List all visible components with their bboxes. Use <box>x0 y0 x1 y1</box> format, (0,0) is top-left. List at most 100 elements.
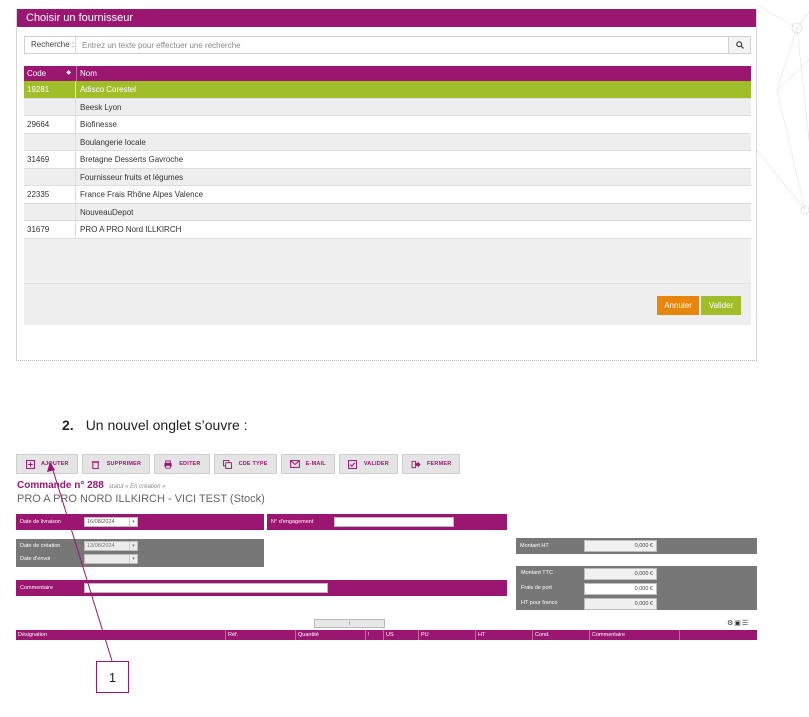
cell-code <box>24 203 76 220</box>
search-label: Recherche : <box>25 37 76 53</box>
cell-nom: Biofinesse <box>80 120 117 129</box>
amount-ttc-value: 0,000 € <box>584 568 657 580</box>
amount-ttc-label: Montant TTC <box>521 570 553 576</box>
cell-nom: Beesk Lyon <box>80 102 122 112</box>
column-header-code[interactable]: Code ◆ <box>24 66 76 81</box>
sign-out-icon <box>411 459 421 469</box>
ajouter-button[interactable]: AJOUTER <box>16 454 78 474</box>
search-icon <box>735 41 744 49</box>
cell-code <box>24 133 76 150</box>
email-label: E-MAIL <box>305 461 326 467</box>
cell-nom: Bretagne Desserts Gavroche <box>80 155 184 164</box>
calendar-icon[interactable]: ▾ <box>129 518 137 526</box>
cell-nom: PRO A PRO Nord ILLKIRCH <box>80 225 182 234</box>
supprimer-label: SUPPRIMER <box>106 461 142 467</box>
delivery-date-bar: Date de livraison <box>16 514 264 530</box>
grid-column-header[interactable]: Quantité <box>296 630 366 640</box>
page: Choisir un fournisseur Recherche : Code … <box>0 0 809 717</box>
trash-icon <box>91 459 101 469</box>
dialog-title: Choisir un fournisseur <box>17 9 756 27</box>
cell-nom: Adisco Corestel <box>80 85 137 94</box>
cell-code: 31469 <box>24 151 76 168</box>
search-input[interactable] <box>76 37 728 53</box>
cell-code <box>24 98 76 115</box>
grid-column-header[interactable]: Désignation <box>16 630 226 640</box>
ajouter-label: AJOUTER <box>41 461 69 467</box>
collapse-up-button[interactable]: ↑ <box>314 619 385 628</box>
table-header: Code ◆ Nom <box>24 66 751 81</box>
envelope-icon <box>289 459 300 469</box>
fermer-label: FERMER <box>426 461 452 467</box>
cell-code <box>24 168 76 185</box>
shipping-value[interactable]: 0,000 € <box>584 583 657 595</box>
comment-field[interactable] <box>84 583 328 593</box>
save-icon[interactable]: ▣ <box>734 620 742 627</box>
order-status: statut « En création » <box>108 484 166 490</box>
check-square-icon <box>348 459 358 469</box>
franco-value: 0,000 € <box>584 598 657 610</box>
validate-button[interactable]: Valider <box>701 296 741 315</box>
plus-square-icon <box>25 459 35 469</box>
table-row[interactable]: Fournisseur fruits et légumes <box>24 168 751 186</box>
copy-icon <box>223 459 233 469</box>
order-screen: AJOUTER SUPPRIMER EDITER CDE TYPE E-MAIL VALI… <box>16 452 757 644</box>
amount-ht-value: 0,000 € <box>584 540 657 552</box>
valider-label: VALIDER <box>363 461 389 467</box>
valider-button[interactable]: VALIDER <box>338 454 398 474</box>
email-button[interactable]: E-MAIL <box>280 454 335 474</box>
table-row[interactable]: 19281 Adisco Corestel <box>24 81 751 99</box>
cell-nom: NouveauDepot <box>80 207 134 217</box>
engagement-field[interactable] <box>334 517 454 527</box>
decorative-network-graphic <box>757 4 809 215</box>
column-header-nom[interactable]: Nom <box>76 66 751 81</box>
table-row[interactable]: NouveauDepot <box>24 203 751 221</box>
grid-column-header[interactable]: Commentaire <box>590 630 680 640</box>
grid-column-header[interactable]: HT <box>476 630 533 640</box>
table-row[interactable]: 31679 PRO A PRO Nord ILLKIRCH <box>24 221 751 239</box>
cell-nom: Fournisseur fruits et légumes <box>80 172 184 182</box>
table-row[interactable]: 22335 France Frais Rhône Alpes Valence <box>24 186 751 204</box>
table-row[interactable]: Beesk Lyon <box>24 98 751 116</box>
grid-column-header[interactable]: Cond. <box>533 630 590 640</box>
cde-type-button[interactable]: CDE TYPE <box>213 454 277 474</box>
order-title: Commande n° 288 statut « En création » <box>17 480 166 491</box>
grid-column-header[interactable]: ! <box>366 630 384 640</box>
creation-date-label: Date de création <box>20 543 61 549</box>
order-lines-header: Désignation Réf. Quantité! US PU HT Cond. Comme… <box>16 630 757 640</box>
step-instruction: 2. Un nouvel onglet s’ouvre : <box>62 417 248 433</box>
dialog-footer: Annuler Valider <box>24 283 751 325</box>
cde-type-label: CDE TYPE <box>238 461 268 467</box>
table-row[interactable]: 31469 Bretagne Desserts Gavroche <box>24 151 751 169</box>
table-body: 19281 Adisco Corestel Beesk Lyon 29664 Biofi… <box>24 81 751 239</box>
calendar-icon: ▾ <box>129 555 137 563</box>
grid-column-header[interactable]: US <box>384 630 419 640</box>
cell-code: 31679 <box>24 221 76 238</box>
cell-nom: Boulangerie locale <box>80 137 146 147</box>
order-subtitle: PRO A PRO NORD ILLKIRCH - VICI TEST (Sto… <box>17 493 265 505</box>
cell-code: 19281 <box>24 81 76 98</box>
calendar-icon: ▾ <box>129 542 137 550</box>
grid-tools: ⚙▣☰ <box>727 619 749 627</box>
table-row[interactable]: 29664 Biofinesse <box>24 116 751 134</box>
search-button[interactable] <box>728 37 750 53</box>
editer-label: EDITER <box>179 461 201 467</box>
grid-column-header[interactable]: PU <box>419 630 476 640</box>
grid-column-header[interactable]: Réf. <box>226 630 296 640</box>
cell-code: 22335 <box>24 186 76 203</box>
table-row[interactable]: Boulangerie locale <box>24 133 751 151</box>
cancel-button[interactable]: Annuler <box>657 296 699 315</box>
cell-nom: France Frais Rhône Alpes Valence <box>80 190 204 199</box>
order-toolbar: AJOUTER SUPPRIMER EDITER CDE TYPE E-MAIL VALI… <box>16 454 464 474</box>
supprimer-button[interactable]: SUPPRIMER <box>81 454 151 474</box>
printer-icon <box>163 459 173 469</box>
fermer-button[interactable]: FERMER <box>401 454 461 474</box>
search-bar: Recherche : <box>24 36 751 54</box>
send-date-label: Date d'envoi <box>20 556 51 562</box>
shipping-label: Frais de port <box>521 585 552 591</box>
callout-number: 1 <box>96 661 129 693</box>
sort-icon[interactable]: ◆ <box>66 66 71 81</box>
editer-button[interactable]: EDITER <box>154 454 210 474</box>
step-number: 2. <box>62 417 74 433</box>
list-icon[interactable]: ☰ <box>742 620 749 627</box>
supplier-dialog: Choisir un fournisseur Recherche : Code … <box>16 9 757 361</box>
